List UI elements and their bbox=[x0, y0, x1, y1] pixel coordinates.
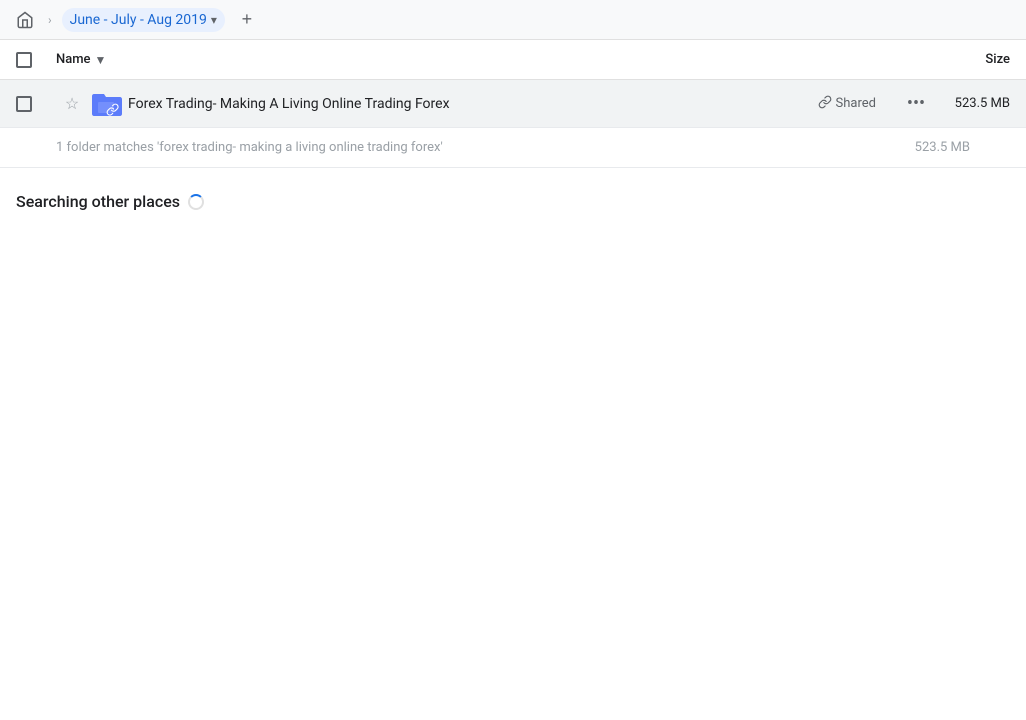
loading-spinner bbox=[188, 194, 204, 210]
home-button[interactable] bbox=[12, 7, 38, 33]
shared-label: Shared bbox=[836, 96, 876, 111]
search-result-text: 1 folder matches 'forex trading- making … bbox=[56, 140, 443, 155]
select-all-checkbox[interactable] bbox=[16, 52, 32, 68]
row-checkbox-area[interactable] bbox=[16, 96, 56, 112]
breadcrumb-current[interactable]: June - July - Aug 2019 ▾ bbox=[62, 8, 225, 32]
other-places-title: Searching other places bbox=[16, 192, 180, 211]
size-column-label: Size bbox=[985, 52, 1010, 67]
add-tab-button[interactable]: + bbox=[233, 6, 261, 34]
column-header: Name ▼ Size bbox=[0, 40, 1026, 80]
name-column-label: Name bbox=[56, 52, 91, 67]
name-sort-arrow: ▼ bbox=[95, 53, 107, 67]
name-column-header[interactable]: Name ▼ bbox=[56, 52, 106, 67]
select-all-checkbox-area[interactable] bbox=[16, 52, 56, 68]
search-result-size: 523.5 MB bbox=[915, 140, 970, 155]
breadcrumb-label: June - July - Aug 2019 bbox=[70, 12, 207, 28]
shared-badge[interactable]: Shared bbox=[810, 91, 884, 117]
star-button[interactable]: ☆ bbox=[56, 94, 88, 113]
star-icon: ☆ bbox=[65, 94, 79, 113]
file-icon bbox=[88, 86, 124, 122]
link-icon bbox=[818, 95, 832, 113]
row-checkbox[interactable] bbox=[16, 96, 32, 112]
other-places-section: Searching other places bbox=[0, 168, 1026, 223]
breadcrumb-separator: › bbox=[48, 13, 52, 27]
file-name[interactable]: Forex Trading- Making A Living Online Tr… bbox=[128, 96, 810, 112]
main-content: ☆ Forex Trading- Making A Living Online … bbox=[0, 80, 1026, 720]
size-column-header[interactable]: Size bbox=[985, 52, 1010, 67]
folder-svg bbox=[90, 90, 122, 118]
top-bar: › June - July - Aug 2019 ▾ + bbox=[0, 0, 1026, 40]
file-size: 523.5 MB bbox=[940, 96, 1010, 111]
table-row[interactable]: ☆ Forex Trading- Making A Living Online … bbox=[0, 80, 1026, 128]
more-options-button[interactable]: ••• bbox=[900, 88, 932, 120]
breadcrumb-arrow: ▾ bbox=[211, 13, 217, 27]
search-info: 523.5 MB 1 folder matches 'forex trading… bbox=[0, 128, 1026, 168]
more-icon: ••• bbox=[907, 93, 925, 114]
